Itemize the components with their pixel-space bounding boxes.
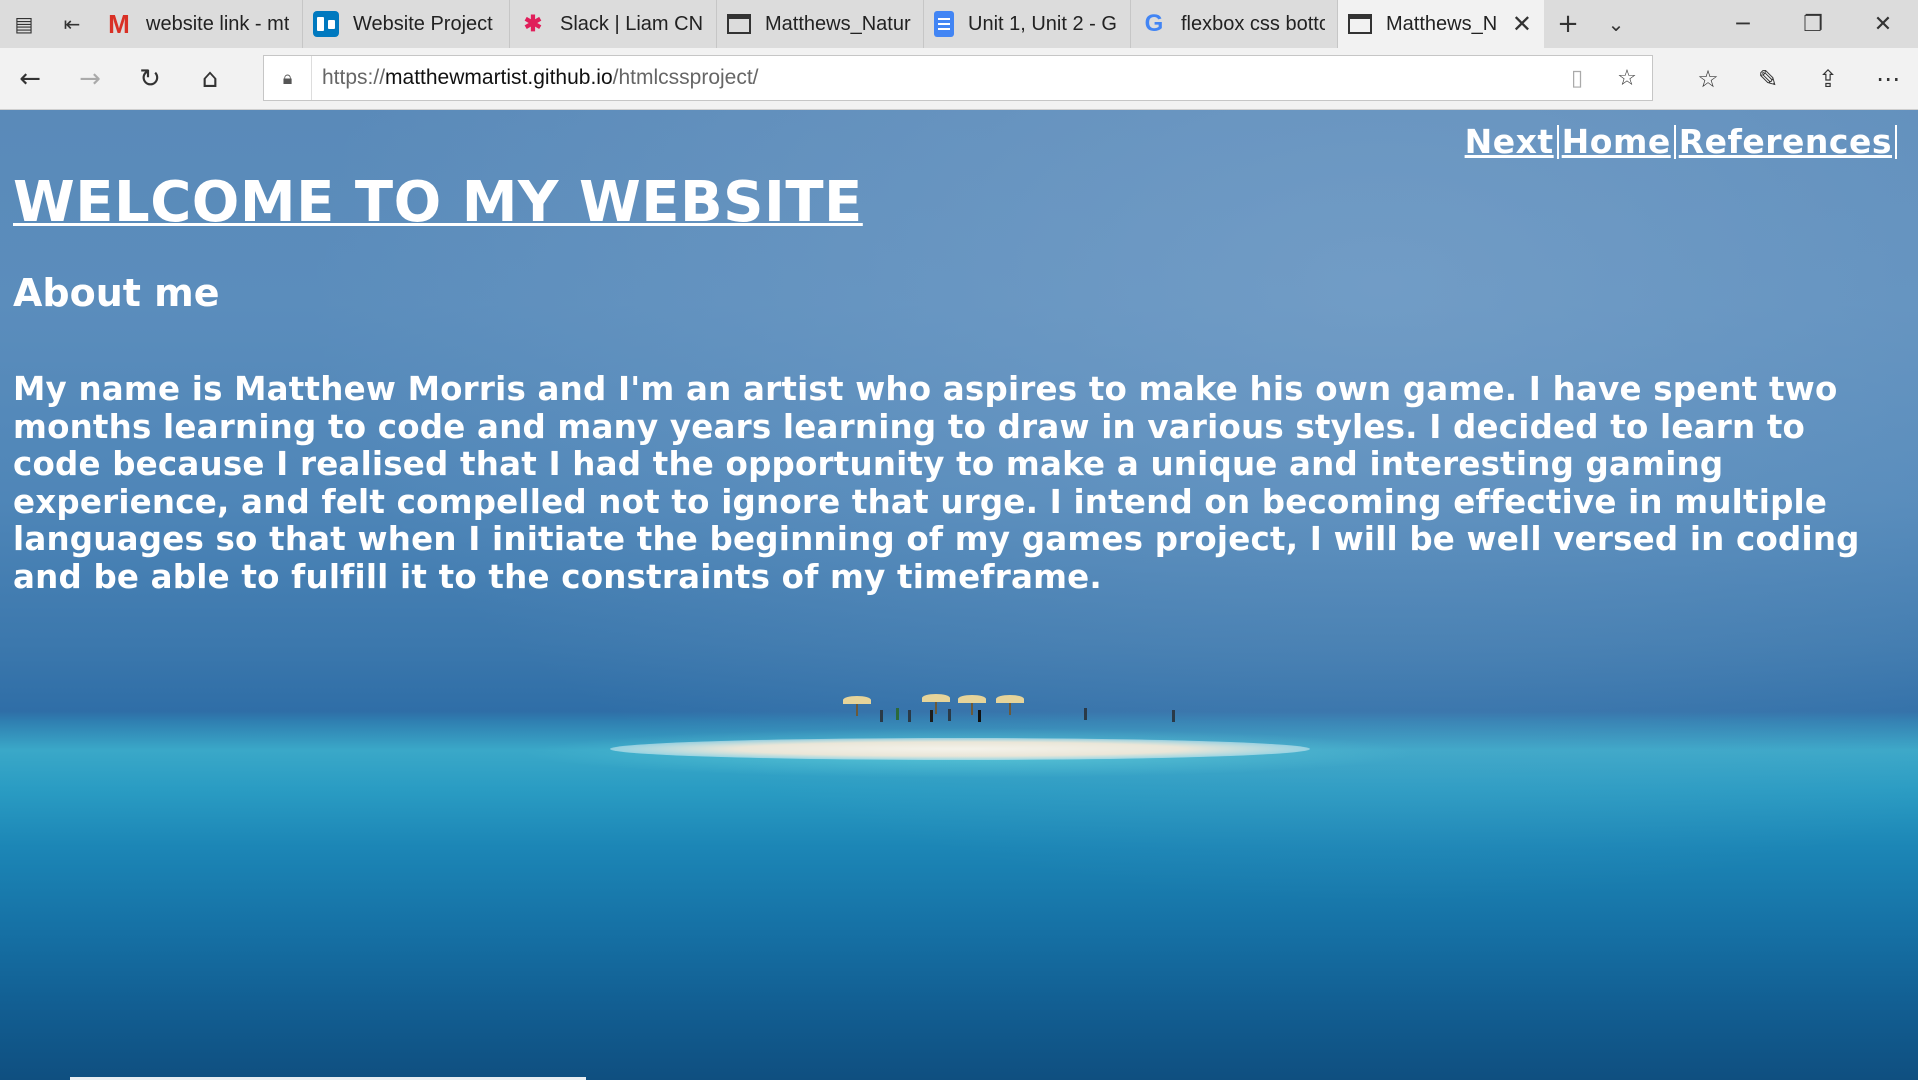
site-navigation: Next Home References xyxy=(1465,122,1900,161)
gmail-icon: M xyxy=(108,8,130,39)
new-tab-icon[interactable]: + xyxy=(1544,0,1592,48)
tab-title: website link - mt xyxy=(146,12,290,35)
address-bar-icons: ▯ ☆ xyxy=(1552,56,1652,100)
tab-active[interactable]: Matthews_N ✕ xyxy=(1338,0,1544,48)
share-icon[interactable]: ⇪ xyxy=(1798,48,1858,110)
tab-bar-left-tools: ▤ ⇤ xyxy=(0,0,96,48)
main-content: WELCOME TO MY WEBSITE About me My name i… xyxy=(13,170,1903,596)
tab-slack[interactable]: ✱ Slack | Liam CN | xyxy=(510,0,717,48)
page-viewport: Next Home References WELCOME TO MY WEBSI… xyxy=(0,110,1918,1080)
beach-person xyxy=(896,708,899,720)
beach-umbrella xyxy=(922,694,950,714)
google-icon: G xyxy=(1144,10,1164,37)
beach-person xyxy=(930,710,933,722)
about-heading: About me xyxy=(13,271,220,315)
beach-person xyxy=(880,710,883,722)
url-host: matthewmartist.github.io xyxy=(385,66,613,89)
web-note-pen-icon[interactable]: ✎ xyxy=(1738,48,1798,110)
tab-matthews-natur[interactable]: Matthews_Natur xyxy=(717,0,924,48)
address-bar[interactable]: 🔒︎ https://matthewmartist.github.io/html… xyxy=(263,55,1653,101)
tab-preview-chevron-icon[interactable]: ⌄ xyxy=(1592,0,1640,48)
set-tabs-aside-icon[interactable]: ⇤ xyxy=(48,0,96,48)
favorites-hub-icon[interactable]: ☆ xyxy=(1678,48,1738,110)
tab-title: Matthews_N xyxy=(1386,12,1498,35)
nav-link-next[interactable]: Next xyxy=(1465,122,1554,161)
tab-manager-icon[interactable]: ▤ xyxy=(0,0,48,48)
forward-icon[interactable]: → xyxy=(60,49,120,109)
close-window-icon[interactable]: ✕ xyxy=(1848,0,1918,48)
restore-icon[interactable]: ❐ xyxy=(1778,0,1848,48)
minimize-icon[interactable]: ─ xyxy=(1708,0,1778,48)
window-icon xyxy=(1348,14,1372,34)
beach-person xyxy=(1172,710,1175,722)
tab-google-search[interactable]: G flexbox css bottc xyxy=(1131,0,1338,48)
tab-bar: ▤ ⇤ M website link - mt Website Project … xyxy=(0,0,1918,48)
close-tab-icon[interactable]: ✕ xyxy=(1512,10,1532,39)
beach-person xyxy=(948,709,951,721)
beach-person xyxy=(1084,708,1087,720)
docs-icon xyxy=(934,11,954,37)
url-text[interactable]: https://matthewmartist.github.io/htmlcss… xyxy=(312,66,759,90)
nav-link-home[interactable]: Home xyxy=(1562,122,1671,161)
browser-toolbar-right: ☆ ✎ ⇪ ⋯ xyxy=(1678,48,1918,110)
beach-person xyxy=(978,710,981,722)
window-controls: ─ ❐ ✕ xyxy=(1708,0,1918,48)
url-prefix: https:// xyxy=(322,66,386,89)
slack-icon: ✱ xyxy=(523,11,543,36)
nav-divider xyxy=(1673,124,1676,159)
bio-paragraph: My name is Matthew Morris and I'm an art… xyxy=(13,370,1860,596)
tab-title: flexbox css bottc xyxy=(1181,12,1325,35)
tab-title: Website Project | xyxy=(353,12,497,35)
tab-title: Unit 1, Unit 2 - G xyxy=(968,12,1117,35)
more-menu-icon[interactable]: ⋯ xyxy=(1858,48,1918,110)
favorite-star-icon[interactable]: ☆ xyxy=(1602,56,1652,100)
tab-title: Slack | Liam CN | xyxy=(560,12,704,35)
nav-link-references[interactable]: References xyxy=(1679,122,1892,161)
navigation-bar: ← → ↻ ⌂ 🔒︎ https://matthewmartist.github… xyxy=(0,48,1918,110)
refresh-icon[interactable]: ↻ xyxy=(120,49,180,109)
tab-title: Matthews_Natur xyxy=(765,12,911,35)
tab-trello[interactable]: Website Project | xyxy=(303,0,510,48)
nav-divider xyxy=(1556,124,1559,159)
sandbar-island xyxy=(610,738,1310,760)
reading-view-icon[interactable]: ▯ xyxy=(1552,56,1602,100)
tab-gmail[interactable]: M website link - mt xyxy=(96,0,303,48)
url-path: /htmlcssproject/ xyxy=(612,66,759,89)
page-title: WELCOME TO MY WEBSITE xyxy=(13,170,863,235)
home-icon[interactable]: ⌂ xyxy=(180,49,240,109)
lock-icon[interactable]: 🔒︎ xyxy=(264,56,312,100)
beach-umbrella xyxy=(958,695,986,715)
trello-icon xyxy=(313,11,339,37)
tab-google-docs[interactable]: Unit 1, Unit 2 - G xyxy=(924,0,1131,48)
nav-divider xyxy=(1895,124,1897,159)
back-icon[interactable]: ← xyxy=(0,49,60,109)
tab-actions: + ⌄ xyxy=(1544,0,1640,48)
beach-person xyxy=(908,710,911,722)
beach-umbrella xyxy=(996,695,1024,715)
window-icon xyxy=(727,14,751,34)
beach-umbrella xyxy=(843,696,871,716)
